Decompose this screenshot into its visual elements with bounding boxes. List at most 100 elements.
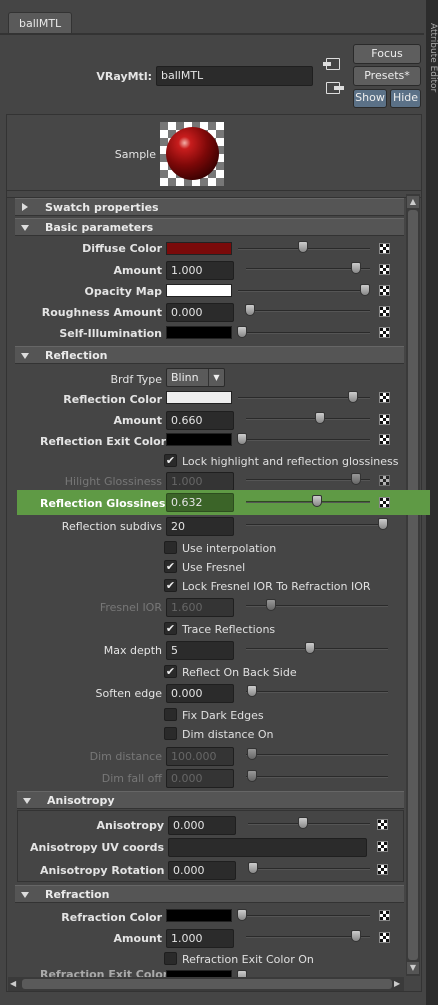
presets-button[interactable]: Presets* (353, 66, 421, 86)
max-depth-field[interactable]: 5 (166, 641, 234, 660)
opacity-slider[interactable] (238, 290, 370, 292)
reflect-on-back-side-checkbox[interactable]: ✔ (164, 665, 177, 678)
self-illum-slider-handle[interactable] (237, 326, 247, 338)
output-connections-icon[interactable] (326, 82, 344, 94)
reflection-subdivs-field[interactable]: 20 (166, 517, 234, 536)
scroll-up-arrow-icon[interactable]: ▲ (407, 196, 419, 208)
refl-gloss-map-icon[interactable] (379, 497, 390, 508)
anisotropy-slider[interactable] (248, 823, 370, 825)
hilight-slider-handle[interactable] (351, 473, 361, 485)
dim-distance-field[interactable]: 100.000 (166, 747, 234, 766)
refl-amount-slider[interactable] (246, 418, 370, 420)
refl-amount-field[interactable]: 0.660 (166, 411, 234, 430)
dim-fall-off-slider-handle[interactable] (247, 770, 257, 782)
scroll-left-arrow-icon[interactable]: ◀ (10, 979, 20, 989)
refl-exit-map-icon[interactable] (379, 434, 390, 445)
refraction-color-slider-handle[interactable] (237, 909, 247, 921)
anisotropy-rotation-slider[interactable] (248, 868, 370, 870)
refraction-amount-slider-handle[interactable] (351, 930, 361, 942)
anisotropy-map-icon[interactable] (377, 819, 388, 830)
refl-gloss-slider[interactable] (246, 501, 370, 503)
refl-gloss-slider-handle[interactable] (312, 495, 322, 507)
side-tab-attribute-editor[interactable]: Attribute Editor (426, 8, 438, 108)
anisotropy-uv-coords-field[interactable] (168, 838, 367, 857)
subdivs-slider[interactable] (246, 524, 388, 526)
anisotropy-field[interactable]: 0.000 (168, 816, 236, 835)
section-anisotropy[interactable]: Anisotropy (17, 791, 404, 809)
soften-edge-slider[interactable] (246, 691, 388, 693)
dim-fall-off-slider[interactable] (246, 776, 388, 778)
fresnel-ior-field[interactable]: 1.600 (166, 598, 234, 617)
self-illum-map-icon[interactable] (379, 327, 390, 338)
refl-color-slider-handle[interactable] (348, 391, 358, 403)
max-depth-slider[interactable] (246, 648, 388, 650)
refl-exit-slider-handle[interactable] (237, 433, 247, 445)
scroll-down-arrow-icon[interactable]: ▼ (407, 962, 419, 974)
dim-fall-off-field[interactable]: 0.000 (166, 769, 234, 788)
roughness-field[interactable]: 0.000 (166, 303, 234, 322)
fresnel-ior-slider-handle[interactable] (266, 599, 276, 611)
hilight-glossiness-field[interactable]: 1.000 (166, 472, 234, 491)
diffuse-map-icon[interactable] (379, 243, 390, 254)
brdf-type-dropdown[interactable]: Blinn ▼ (166, 368, 225, 387)
amount-slider-handle[interactable] (351, 262, 361, 274)
tab-ballmtl[interactable]: ballMTL (8, 12, 72, 34)
amount-field[interactable]: 1.000 (166, 261, 234, 280)
refraction-exit-slider-handle[interactable] (237, 970, 247, 977)
refraction-amount-map-icon[interactable] (379, 932, 390, 943)
refraction-exit-color-swatch[interactable] (166, 970, 232, 977)
sample-swatch[interactable] (160, 122, 224, 186)
roughness-slider-handle[interactable] (245, 304, 255, 316)
trace-reflections-checkbox[interactable]: ✔ (164, 622, 177, 635)
dim-distance-slider-handle[interactable] (247, 748, 257, 760)
refl-color-map-icon[interactable] (379, 392, 390, 403)
self-illumination-swatch[interactable] (166, 326, 232, 339)
use-interpolation-checkbox[interactable] (164, 541, 177, 554)
section-reflection[interactable]: Reflection (15, 346, 404, 364)
horizontal-scroll-thumb[interactable] (22, 979, 392, 989)
soften-edge-field[interactable]: 0.000 (166, 684, 234, 703)
fix-dark-edges-checkbox[interactable] (164, 708, 177, 721)
anisotropy-rotation-field[interactable]: 0.000 (168, 861, 236, 880)
input-connections-icon[interactable] (323, 58, 340, 70)
dim-distance-slider[interactable] (246, 754, 388, 756)
scroll-thumb[interactable] (408, 210, 418, 960)
scroll-right-arrow-icon[interactable]: ▶ (394, 979, 404, 989)
reflection-exit-color-swatch[interactable] (166, 433, 232, 446)
dim-distance-on-checkbox[interactable] (164, 727, 177, 740)
refraction-color-slider[interactable] (238, 915, 370, 917)
refl-exit-slider[interactable] (238, 439, 370, 441)
anisotropy-slider-handle[interactable] (298, 817, 308, 829)
refraction-color-map-icon[interactable] (379, 910, 390, 921)
refraction-color-swatch[interactable] (166, 909, 232, 922)
show-button[interactable]: Show (353, 89, 387, 108)
roughness-map-icon[interactable] (379, 306, 390, 317)
amount-map-icon[interactable] (379, 264, 390, 275)
opacity-map-icon[interactable] (379, 285, 390, 296)
lock-highlight-checkbox[interactable]: ✔ (164, 454, 177, 467)
hilight-map-icon[interactable] (379, 475, 390, 486)
roughness-slider[interactable] (246, 310, 370, 312)
hide-button[interactable]: Hide (390, 89, 421, 108)
diffuse-slider-handle[interactable] (298, 241, 308, 253)
self-illum-slider[interactable] (238, 332, 370, 334)
material-name-field[interactable]: ballMTL (156, 66, 313, 86)
diffuse-color-swatch[interactable] (166, 242, 232, 255)
refraction-exit-color-on-checkbox[interactable] (164, 952, 177, 965)
subdivs-slider-handle[interactable] (378, 518, 388, 530)
opacity-slider-handle[interactable] (360, 284, 370, 296)
section-basic-parameters[interactable]: Basic parameters (15, 218, 404, 236)
section-swatch-properties[interactable]: Swatch properties (15, 198, 404, 216)
lock-fresnel-ior-checkbox[interactable]: ✔ (164, 579, 177, 592)
anisotropy-rotation-map-icon[interactable] (377, 864, 388, 875)
soften-edge-slider-handle[interactable] (247, 685, 257, 697)
section-refraction[interactable]: Refraction (15, 885, 404, 903)
reflection-glossiness-field[interactable]: 0.632 (166, 493, 234, 512)
refl-amount-slider-handle[interactable] (315, 412, 325, 424)
reflection-color-swatch[interactable] (166, 391, 232, 404)
anisotropy-uv-map-icon[interactable] (377, 841, 388, 852)
use-fresnel-checkbox[interactable]: ✔ (164, 560, 177, 573)
opacity-map-swatch[interactable] (166, 284, 232, 297)
refl-amount-map-icon[interactable] (379, 414, 390, 425)
refraction-amount-field[interactable]: 1.000 (166, 929, 234, 948)
